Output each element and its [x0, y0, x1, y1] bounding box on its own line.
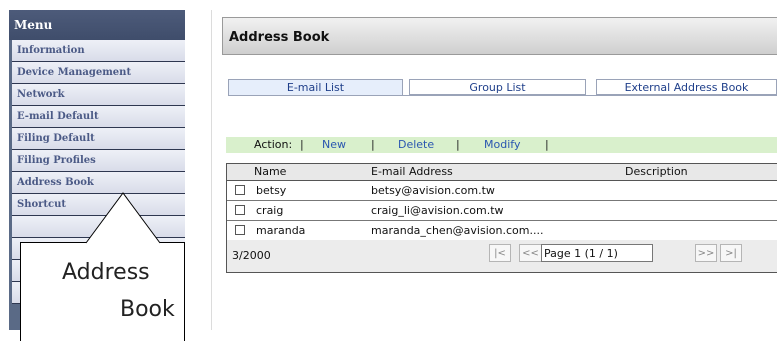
next-page-button[interactable]: >>: [695, 244, 717, 262]
table-row[interactable]: craig craig_li@avision.com.tw: [227, 201, 777, 221]
menu-item-information[interactable]: Information: [12, 40, 185, 62]
menu-item-device-management[interactable]: Device Management: [12, 62, 185, 84]
modify-button[interactable]: Modify: [484, 137, 520, 153]
menu-item-address-book[interactable]: Address Book: [12, 172, 185, 194]
prev-page-button[interactable]: <<: [519, 244, 541, 262]
page-title: Address Book: [229, 30, 330, 45]
delete-button[interactable]: Delete: [398, 137, 434, 153]
action-label: Action:: [254, 138, 293, 151]
column-header-name: Name: [254, 165, 287, 178]
menu-item-shortcut[interactable]: Shortcut: [12, 194, 185, 216]
page-title-bar: Address Book: [222, 17, 777, 55]
tab-underline: [228, 95, 777, 96]
menu-item-filing-profiles[interactable]: Filing Profiles: [12, 150, 185, 172]
new-button[interactable]: New: [322, 137, 346, 153]
first-page-button[interactable]: |<: [489, 244, 511, 262]
menu-item-email-default[interactable]: E-mail Default: [12, 106, 185, 128]
menu-item-network[interactable]: Network: [12, 84, 185, 106]
row-email: craig_li@avision.com.tw: [371, 204, 504, 217]
row-name: craig: [256, 204, 284, 217]
page-input[interactable]: [541, 244, 653, 262]
action-separator: |: [456, 138, 460, 151]
row-email: maranda_chen@avision.com....: [371, 224, 544, 237]
action-separator: |: [545, 138, 549, 151]
record-count: 3/2000: [232, 249, 271, 262]
column-header-description: Description: [625, 165, 688, 178]
row-name: maranda: [256, 224, 306, 237]
table-row[interactable]: maranda maranda_chen@avision.com....: [227, 221, 777, 241]
row-email: betsy@avision.com.tw: [371, 184, 495, 197]
row-checkbox[interactable]: [235, 205, 245, 215]
tab-group-list[interactable]: Group List: [409, 79, 586, 95]
menu-item-hidden[interactable]: [12, 216, 185, 238]
row-name: betsy: [256, 184, 287, 197]
row-checkbox[interactable]: [235, 225, 245, 235]
callout-box: [20, 242, 185, 341]
last-page-button[interactable]: >|: [720, 244, 742, 262]
column-header-email: E-mail Address: [371, 165, 453, 178]
table-header: Name E-mail Address Description: [227, 164, 777, 181]
menu-header: Menu: [9, 10, 185, 40]
callout-text-line1: Address: [62, 260, 150, 285]
email-list-table: Name E-mail Address Description betsy be…: [226, 163, 777, 273]
table-row[interactable]: betsy betsy@avision.com.tw: [227, 181, 777, 201]
menu-item-filing-default[interactable]: Filing Default: [12, 128, 185, 150]
action-separator: |: [371, 138, 375, 151]
action-bar: Action: | New | Delete | Modify |: [226, 137, 777, 153]
row-checkbox[interactable]: [235, 185, 245, 195]
callout-text-line2: Book: [120, 297, 175, 322]
table-footer: 3/2000 |< << >> >|: [227, 240, 777, 272]
panel-divider: [211, 10, 212, 330]
action-separator: |: [300, 138, 304, 151]
tab-external-address-book[interactable]: External Address Book: [596, 79, 777, 95]
tab-email-list[interactable]: E-mail List: [228, 79, 403, 95]
